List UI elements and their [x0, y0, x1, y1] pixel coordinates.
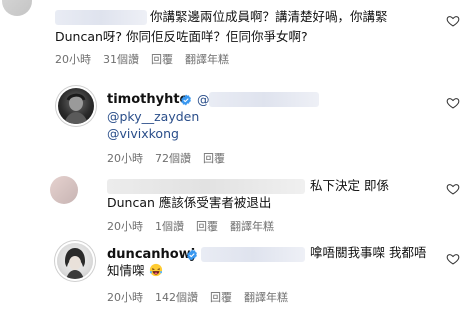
- comment-text-line: 知情㗎: [107, 261, 163, 281]
- verified-badge-icon: [187, 249, 197, 261]
- timestamp: 20小時: [107, 152, 143, 165]
- comment-text-line: 你講緊邊兩位成員啊？講清楚好喎，你講緊: [150, 9, 388, 24]
- comment-text-line: 私下決定 即係: [310, 178, 389, 193]
- comment-text-line: Duncan 應該係受害者被退出: [107, 195, 272, 210]
- comment-meta: 20小時 31個讚 回覆 翻譯年糕: [55, 51, 229, 67]
- reply-button[interactable]: 回覆: [196, 218, 218, 234]
- comment-text-line: Duncan呀? 你同佢反咗面咩？佢同你爭女啊?: [55, 29, 308, 44]
- comment-meta: 20小時 72個讚 回覆: [107, 150, 225, 166]
- comment-meta: 20小時 1個讚 回覆 翻譯年糕: [107, 218, 274, 234]
- comments-thread: 你講緊邊兩位成員啊？講清楚好喎，你講緊 Duncan呀? 你同佢反咗面咩？佢同你…: [0, 0, 467, 311]
- like-count[interactable]: 31個讚: [103, 51, 139, 67]
- comment-text: 知情㗎: [107, 263, 145, 278]
- comment-username[interactable]: duncanhowj: [107, 247, 195, 262]
- mention-link[interactable]: @vivixkong: [107, 126, 179, 141]
- redacted-mention: [201, 247, 305, 262]
- like-count[interactable]: 72個讚: [155, 150, 191, 166]
- laughing-emoji-icon: [149, 263, 162, 277]
- timestamp: 20小時: [107, 220, 143, 233]
- heart-outline-icon[interactable]: [446, 96, 460, 110]
- comment-meta: 20小時 142個讚 回覆 翻譯年糕: [107, 289, 288, 305]
- mention-link[interactable]: @pky__zayden: [107, 109, 199, 124]
- verified-badge-icon: [181, 94, 191, 106]
- reply-button[interactable]: 回覆: [151, 51, 173, 67]
- avatar-timothyhtc[interactable]: [58, 88, 94, 124]
- avatar-duncanhowj[interactable]: [57, 243, 93, 279]
- comment-text-line: 嗱唔關我事㗎 我都唔: [310, 245, 427, 260]
- redacted-mention: [209, 92, 319, 107]
- translate-button[interactable]: 翻譯年糕: [230, 218, 274, 234]
- like-count[interactable]: 142個讚: [155, 289, 198, 305]
- heart-outline-icon[interactable]: [446, 252, 460, 266]
- reply-button[interactable]: 回覆: [210, 289, 232, 305]
- timestamp: 20小時: [55, 53, 91, 66]
- reply-button[interactable]: 回覆: [203, 150, 225, 166]
- mention-link[interactable]: @: [197, 92, 210, 107]
- comment-username[interactable]: timothyhtc: [107, 92, 187, 107]
- timestamp: 20小時: [107, 291, 143, 304]
- avatar[interactable]: [50, 176, 78, 204]
- heart-outline-icon[interactable]: [446, 14, 460, 28]
- heart-outline-icon[interactable]: [446, 182, 460, 196]
- avatar[interactable]: [2, 0, 32, 16]
- like-count[interactable]: 1個讚: [155, 218, 184, 234]
- redacted-username: [55, 10, 147, 25]
- redacted-username: [107, 179, 305, 194]
- translate-button[interactable]: 翻譯年糕: [185, 51, 229, 67]
- translate-button[interactable]: 翻譯年糕: [244, 289, 288, 305]
